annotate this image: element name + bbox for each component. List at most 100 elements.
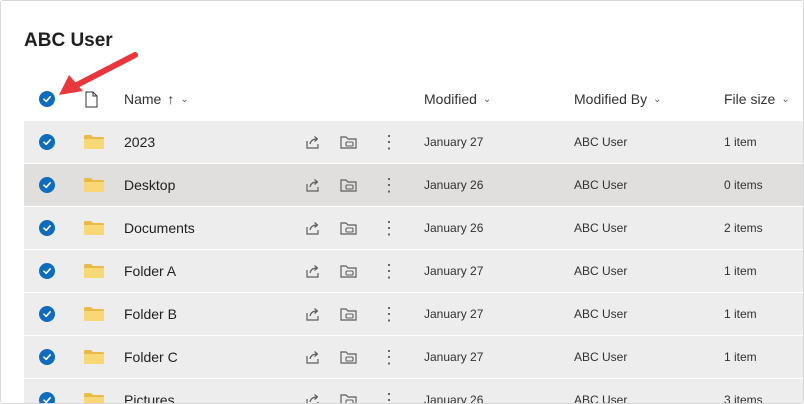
more-vertical-icon: ⋮ bbox=[380, 175, 398, 195]
table-row[interactable]: 2023 ⋮ January 27 ABC User 1 item bbox=[24, 121, 803, 164]
folder-icon-cell bbox=[84, 379, 104, 403]
folder-move-icon bbox=[340, 305, 358, 323]
table-row[interactable]: Desktop ⋮ January 26 ABC User 0 items bbox=[24, 164, 803, 207]
folder-icon-cell bbox=[84, 336, 104, 378]
row-checkbox[interactable] bbox=[39, 121, 55, 163]
more-actions-button[interactable]: ⋮ bbox=[380, 164, 398, 206]
folder-icon bbox=[84, 178, 104, 192]
more-actions-button[interactable]: ⋮ bbox=[380, 379, 398, 403]
share-button[interactable] bbox=[304, 293, 322, 335]
move-button[interactable] bbox=[340, 164, 358, 206]
share-button[interactable] bbox=[304, 336, 322, 378]
file-size-cell: 1 item bbox=[724, 336, 757, 378]
modified-by-cell[interactable]: ABC User bbox=[574, 293, 627, 335]
modified-by-cell[interactable]: ABC User bbox=[574, 336, 627, 378]
file-size-value: 1 item bbox=[724, 307, 757, 321]
checkmark-circle-icon bbox=[39, 91, 55, 107]
move-button[interactable] bbox=[340, 207, 358, 249]
column-header-row: Name ↑ ⌄ Modified ⌄ Modified By ⌄ File s… bbox=[24, 77, 803, 121]
folder-icon bbox=[84, 264, 104, 278]
move-button[interactable] bbox=[340, 379, 358, 403]
table-row[interactable]: Folder B ⋮ January 27 ABC User 1 item bbox=[24, 293, 803, 336]
file-size-value: 1 item bbox=[724, 264, 757, 278]
item-name[interactable]: Desktop bbox=[124, 164, 175, 206]
more-actions-button[interactable]: ⋮ bbox=[380, 336, 398, 378]
more-actions-button[interactable]: ⋮ bbox=[380, 207, 398, 249]
row-checkbox[interactable] bbox=[39, 164, 55, 206]
table-row[interactable]: Folder A ⋮ January 27 ABC User 1 item bbox=[24, 250, 803, 293]
file-list-frame: ABC User Name ↑ ⌄ Modified ⌄ Modified By bbox=[0, 0, 804, 404]
modified-by-cell[interactable]: ABC User bbox=[574, 164, 627, 206]
item-name-label: Documents bbox=[124, 220, 195, 236]
move-button[interactable] bbox=[340, 336, 358, 378]
file-size-column-label: File size bbox=[724, 91, 776, 107]
folder-move-icon bbox=[340, 219, 358, 237]
modified-value: January 27 bbox=[424, 307, 484, 321]
modified-by-cell[interactable]: ABC User bbox=[574, 207, 627, 249]
file-size-cell: 1 item bbox=[724, 121, 757, 163]
row-checkbox[interactable] bbox=[39, 250, 55, 292]
more-vertical-icon: ⋮ bbox=[380, 261, 398, 281]
modified-by-value: ABC User bbox=[574, 393, 628, 404]
move-button[interactable] bbox=[340, 293, 358, 335]
row-checkbox[interactable] bbox=[39, 207, 55, 249]
select-all-checkbox[interactable] bbox=[39, 77, 55, 121]
file-size-cell: 3 items bbox=[724, 379, 763, 404]
modified-by-cell[interactable]: ABC User bbox=[574, 121, 627, 163]
more-vertical-icon: ⋮ bbox=[380, 304, 398, 324]
folder-icon bbox=[84, 393, 104, 403]
file-size-cell: 0 items bbox=[724, 164, 763, 206]
item-name-label: 2023 bbox=[124, 134, 156, 150]
row-checkbox[interactable] bbox=[39, 336, 55, 378]
modified-by-value: ABC User bbox=[574, 135, 628, 149]
modified-cell: January 26 bbox=[424, 164, 483, 206]
modified-value: January 27 bbox=[424, 135, 484, 149]
share-button[interactable] bbox=[304, 379, 322, 403]
chevron-down-icon: ⌄ bbox=[653, 93, 662, 105]
more-actions-button[interactable]: ⋮ bbox=[380, 121, 398, 163]
share-button[interactable] bbox=[304, 207, 322, 249]
name-column-header[interactable]: Name ↑ ⌄ bbox=[124, 77, 189, 121]
modified-value: January 26 bbox=[424, 178, 484, 192]
table-row[interactable]: Pictures ⋮ January 26 ABC User 3 items bbox=[24, 379, 803, 404]
more-actions-button[interactable]: ⋮ bbox=[380, 293, 398, 335]
item-name[interactable]: 2023 bbox=[124, 121, 155, 163]
modified-by-cell[interactable]: ABC User bbox=[574, 250, 627, 292]
folder-icon-cell bbox=[84, 207, 104, 249]
file-size-cell: 2 items bbox=[724, 207, 763, 249]
item-name[interactable]: Folder C bbox=[124, 336, 178, 378]
move-button[interactable] bbox=[340, 121, 358, 163]
more-actions-button[interactable]: ⋮ bbox=[380, 250, 398, 292]
move-button[interactable] bbox=[340, 250, 358, 292]
share-button[interactable] bbox=[304, 250, 322, 292]
item-name-label: Folder C bbox=[124, 349, 178, 365]
file-size-value: 1 item bbox=[724, 135, 757, 149]
folder-move-icon bbox=[340, 348, 358, 366]
folder-icon-cell bbox=[84, 293, 104, 335]
row-checkbox[interactable] bbox=[39, 293, 55, 335]
modified-column-header[interactable]: Modified ⌄ bbox=[424, 77, 491, 121]
modified-by-cell[interactable]: ABC User bbox=[574, 379, 628, 404]
file-size-column-header[interactable]: File size ⌄ bbox=[724, 77, 790, 121]
file-type-column-header[interactable] bbox=[85, 77, 98, 121]
chevron-down-icon: ⌄ bbox=[180, 93, 189, 105]
item-name[interactable]: Folder A bbox=[124, 250, 176, 292]
share-button[interactable] bbox=[304, 164, 322, 206]
row-checkbox[interactable] bbox=[39, 379, 55, 403]
item-name[interactable]: Pictures bbox=[124, 379, 175, 403]
chevron-down-icon: ⌄ bbox=[781, 93, 790, 105]
item-name[interactable]: Documents bbox=[124, 207, 195, 249]
modified-value: January 27 bbox=[424, 264, 484, 278]
modified-cell: January 27 bbox=[424, 293, 483, 335]
more-vertical-icon: ⋮ bbox=[380, 132, 398, 152]
table-row[interactable]: Folder C ⋮ January 27 ABC User 1 item bbox=[24, 336, 803, 379]
folder-icon bbox=[84, 307, 104, 321]
modified-by-value: ABC User bbox=[574, 221, 628, 235]
modified-by-value: ABC User bbox=[574, 264, 628, 278]
item-name[interactable]: Folder B bbox=[124, 293, 177, 335]
table-row[interactable]: Documents ⋮ January 26 ABC User 2 items bbox=[24, 207, 803, 250]
file-size-value: 3 items bbox=[724, 393, 763, 404]
modified-column-label: Modified bbox=[424, 91, 477, 107]
share-button[interactable] bbox=[304, 121, 322, 163]
modified-by-column-header[interactable]: Modified By ⌄ bbox=[574, 77, 662, 121]
